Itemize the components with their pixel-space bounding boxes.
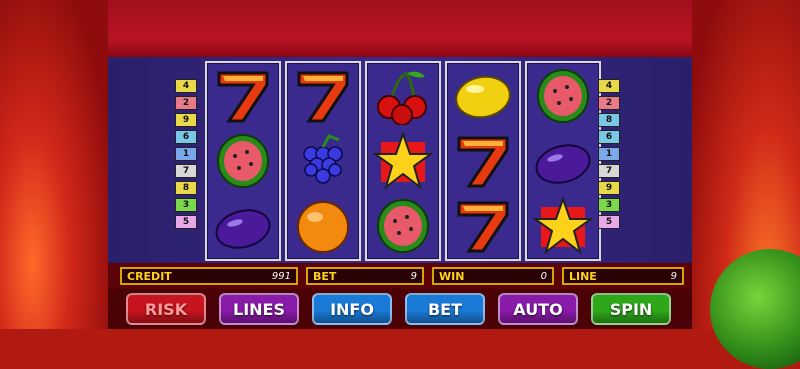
payline-badge: 9: [598, 181, 620, 195]
credit-value: 991: [271, 270, 291, 282]
plum-icon: [211, 196, 275, 256]
reel-area: 4 2 9 6 1 7 8 3 5 4 2 8 6 1 7 9 3 5: [108, 57, 692, 263]
payline-indicators-right: 4 2 8 6 1 7 9 3 5: [598, 79, 620, 229]
win-label: WIN: [439, 269, 465, 283]
lemon-icon: [451, 66, 515, 126]
reel-3: [365, 61, 441, 261]
line-display: LINE 9: [562, 267, 684, 285]
payline-badge: 7: [598, 164, 620, 178]
reel-1: [205, 61, 281, 261]
risk-button[interactable]: RISK: [126, 293, 206, 325]
payline-badge: 3: [598, 198, 620, 212]
watermelon-icon: [371, 196, 435, 256]
payline-badge: 1: [175, 147, 197, 161]
seven-icon: [451, 131, 515, 191]
slot-machine: 4 2 9 6 1 7 8 3 5 4 2 8 6 1 7 9 3 5 CREDIT 991 BET 9 WIN…: [108, 0, 692, 329]
payline-badge: 4: [598, 79, 620, 93]
payline-badge: 6: [598, 130, 620, 144]
payline-badge: 6: [175, 130, 197, 144]
plum-icon: [531, 131, 595, 191]
payline-badge: 1: [598, 147, 620, 161]
reel-2: [285, 61, 361, 261]
reel-4: [445, 61, 521, 261]
background-right: [692, 0, 800, 369]
credit-display: CREDIT 991: [120, 267, 298, 285]
grapes-icon: [291, 131, 355, 191]
payline-indicators-left: 4 2 9 6 1 7 8 3 5: [175, 79, 197, 229]
lines-button[interactable]: LINES: [219, 293, 299, 325]
seven-icon: [451, 196, 515, 256]
reels: [205, 61, 601, 261]
bet-value: 9: [410, 270, 417, 282]
line-value: 9: [670, 270, 677, 282]
line-label: LINE: [569, 269, 597, 283]
top-banner: [108, 0, 692, 57]
win-value: 0: [540, 270, 547, 282]
star-icon: [371, 131, 435, 191]
star-icon: [531, 196, 595, 256]
payline-badge: 7: [175, 164, 197, 178]
cherries-icon: [371, 66, 435, 126]
control-buttons: RISK LINES INFO BET AUTO SPIN: [108, 289, 692, 329]
payline-badge: 4: [175, 79, 197, 93]
bet-display: BET 9: [306, 267, 424, 285]
watermelon-icon: [211, 131, 275, 191]
seven-icon: [291, 66, 355, 126]
credit-label: CREDIT: [127, 269, 172, 283]
info-button[interactable]: INFO: [312, 293, 392, 325]
bet-button[interactable]: BET: [405, 293, 485, 325]
status-bar: CREDIT 991 BET 9 WIN 0 LINE 9: [108, 263, 692, 289]
win-display: WIN 0: [432, 267, 554, 285]
payline-badge: 8: [598, 113, 620, 127]
orange-icon: [291, 196, 355, 256]
seven-icon: [211, 66, 275, 126]
background-left: [0, 0, 108, 329]
payline-badge: 2: [598, 96, 620, 110]
watermelon-icon: [531, 66, 595, 126]
auto-button[interactable]: AUTO: [498, 293, 578, 325]
green-orb-icon: [710, 249, 800, 369]
payline-badge: 2: [175, 96, 197, 110]
payline-badge: 5: [598, 215, 620, 229]
spin-button[interactable]: SPIN: [591, 293, 671, 325]
payline-badge: 3: [175, 198, 197, 212]
payline-badge: 8: [175, 181, 197, 195]
payline-badge: 5: [175, 215, 197, 229]
reel-5: [525, 61, 601, 261]
payline-badge: 9: [175, 113, 197, 127]
bet-label: BET: [313, 269, 337, 283]
